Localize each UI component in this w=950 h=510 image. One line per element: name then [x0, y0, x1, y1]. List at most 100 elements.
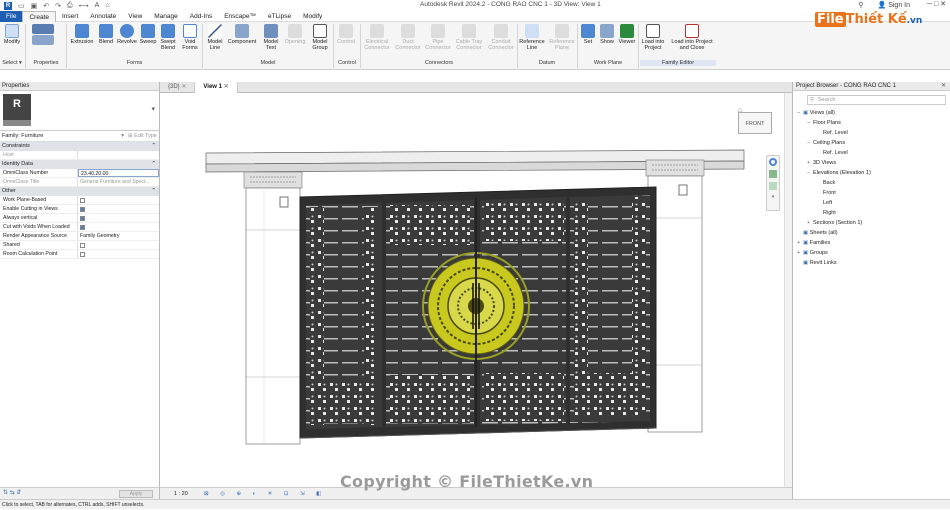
nav-dropdown-icon[interactable]: ▾ — [767, 194, 779, 200]
load-into-project-and-close-button[interactable]: Load into Project and Close — [668, 24, 716, 51]
edit-type-button[interactable]: ⊞ Edit Type — [128, 133, 157, 139]
property-checkbox[interactable] — [80, 216, 85, 221]
save-icon[interactable]: ▣ — [31, 2, 38, 10]
void-forms-button[interactable]: Void Forms — [180, 24, 200, 51]
sweep-button[interactable]: Sweep — [138, 24, 158, 45]
3d-view-icon[interactable]: ⌂ — [105, 2, 109, 10]
tab-manage[interactable]: Manage — [148, 11, 184, 22]
vertical-scrollbar[interactable] — [784, 93, 792, 487]
sign-in-button[interactable]: 👤 Sign In — [878, 1, 910, 9]
room-calc-checkbox[interactable] — [80, 252, 85, 257]
tab-etlipse[interactable]: eTLipse — [262, 11, 297, 22]
redo-icon[interactable]: ↷ — [55, 2, 61, 10]
apply-button[interactable]: Apply — [119, 490, 153, 498]
set-button[interactable]: Set — [580, 24, 596, 45]
cable-tray-connector-button[interactable]: Cable Tray Connector — [454, 24, 484, 51]
browser-search-input[interactable]: ⚲ Search — [807, 95, 946, 105]
omniclass-number-field[interactable]: 23.40.20.00 — [78, 169, 159, 177]
undo-icon[interactable]: ↶ — [43, 2, 49, 10]
measure-icon[interactable]: ⟷ — [79, 2, 89, 10]
reference-line-button[interactable]: Reference Line — [518, 24, 546, 51]
browser-node[interactable]: − ▣ Views (all) — [793, 108, 950, 118]
load-into-project-button[interactable]: Load into Project — [638, 24, 668, 51]
browser-node[interactable]: Right — [793, 208, 950, 218]
render-appearance-value[interactable]: Family Geometry — [78, 232, 159, 240]
opening-button[interactable]: Opening — [284, 24, 306, 45]
properties-help-icon[interactable]: ⇅ ⇆ ⇵ — [3, 489, 21, 496]
browser-node[interactable]: Ref. Level — [793, 148, 950, 158]
section-other[interactable]: Other ⌃ — [0, 187, 159, 196]
reference-plane-button[interactable]: Reference Plane — [548, 24, 576, 51]
view-tab[interactable]: View 1 ✕ — [195, 82, 238, 93]
component-button[interactable]: Component — [226, 24, 258, 45]
swept-blend-button[interactable]: Swept Blend — [158, 24, 178, 51]
tab-create[interactable]: Create — [22, 10, 56, 22]
family-filter[interactable]: Family: Furniture — [2, 133, 121, 139]
browser-node[interactable]: Back — [793, 178, 950, 188]
open-icon[interactable]: ▭ — [18, 2, 25, 10]
tab-insert[interactable]: Insert — [56, 11, 84, 22]
extrusion-button[interactable]: Extrusion — [68, 24, 96, 45]
family-filter-dropdown-icon[interactable]: ▾ — [121, 133, 124, 139]
collapse-icon[interactable]: ⌃ — [151, 160, 156, 169]
tab-file[interactable]: File — [0, 10, 23, 22]
text-icon[interactable]: A — [95, 2, 100, 10]
browser-node[interactable]: + ▣ Families — [793, 238, 950, 248]
section-identity-data[interactable]: Identity Data ⌃ — [0, 160, 159, 169]
model-group-button[interactable]: Model Group — [308, 24, 332, 51]
browser-node[interactable]: − Floor Plans — [793, 118, 950, 128]
close-tab-icon[interactable]: ✕ — [222, 84, 229, 90]
properties-buttons[interactable] — [28, 24, 58, 46]
duct-connector-button[interactable]: Duct Connector — [394, 24, 422, 51]
modify-button[interactable]: Modify — [2, 24, 22, 45]
view-tab[interactable]: {3D} ✕ — [160, 82, 196, 93]
collapse-icon[interactable]: ⌃ — [151, 142, 156, 151]
tab-view[interactable]: View — [122, 11, 148, 22]
steering-wheel-icon[interactable] — [769, 158, 777, 166]
zoom-icon[interactable] — [769, 170, 777, 178]
property-checkbox[interactable] — [80, 225, 85, 230]
show-button[interactable]: Show — [598, 24, 616, 45]
tab-annotate[interactable]: Annotate — [84, 11, 122, 22]
electrical-connector-button[interactable]: Electrical Connector — [362, 24, 392, 51]
viewer-button[interactable]: Viewer — [616, 24, 638, 45]
control-button[interactable]: Control — [334, 24, 358, 45]
browser-node[interactable]: ▣ Sheets (all) — [793, 228, 950, 238]
home-icon[interactable]: ⌂ — [738, 107, 742, 114]
tab-add-ins[interactable]: Add-Ins — [184, 11, 218, 22]
type-selector[interactable]: R ▾ — [0, 91, 159, 131]
section-constraints[interactable]: Constraints ⌃ — [0, 142, 159, 151]
model-text-button[interactable]: Model Text — [260, 24, 282, 51]
browser-node[interactable]: − Ceiling Plans — [793, 138, 950, 148]
browser-node[interactable]: + Sections (Section 1) — [793, 218, 950, 228]
browser-node[interactable]: Ref. Level — [793, 128, 950, 138]
browser-node[interactable]: ▣ Revit Links — [793, 258, 950, 268]
pipe-connector-button[interactable]: Pipe Connector — [424, 24, 452, 51]
print-icon[interactable]: ⎙ — [67, 2, 73, 10]
browser-node[interactable]: − Elevations (Elevation 1) — [793, 168, 950, 178]
drawing-canvas[interactable]: FRONT ⌂ ▾ — [160, 93, 784, 487]
close-icon[interactable]: ✕ — [941, 82, 946, 91]
blend-button[interactable]: Blend — [96, 24, 116, 45]
panel-select[interactable]: Select ▾ — [0, 60, 24, 66]
model-line-button[interactable]: Model Line — [204, 24, 226, 51]
zoom-region-icon[interactable] — [769, 182, 777, 190]
browser-node[interactable]: + ▣ Groups — [793, 248, 950, 258]
property-checkbox[interactable] — [80, 207, 85, 212]
browser-node[interactable]: Front — [793, 188, 950, 198]
browser-node[interactable]: +3D Views — [793, 158, 950, 168]
collapse-icon[interactable]: ⌃ — [151, 187, 156, 196]
tab-enscape-[interactable]: Enscape™ — [218, 11, 262, 22]
search-icon[interactable]: ⚲ — [858, 1, 863, 9]
viewcube[interactable]: FRONT — [738, 112, 772, 134]
revolve-button[interactable]: Revolve — [116, 24, 138, 45]
tab-modify[interactable]: Modify — [297, 11, 328, 22]
property-checkbox[interactable] — [80, 198, 85, 203]
type-selector-dropdown-icon[interactable]: ▾ — [151, 105, 155, 113]
conduit-connector-button[interactable]: Conduit Connector — [486, 24, 516, 51]
window-controls[interactable]: ─ □ ✕ — [927, 0, 946, 8]
close-tab-icon[interactable]: ✕ — [180, 84, 186, 90]
shared-checkbox[interactable] — [80, 243, 85, 248]
browser-node[interactable]: Left — [793, 198, 950, 208]
revit-app-icon[interactable]: R — [4, 1, 12, 10]
